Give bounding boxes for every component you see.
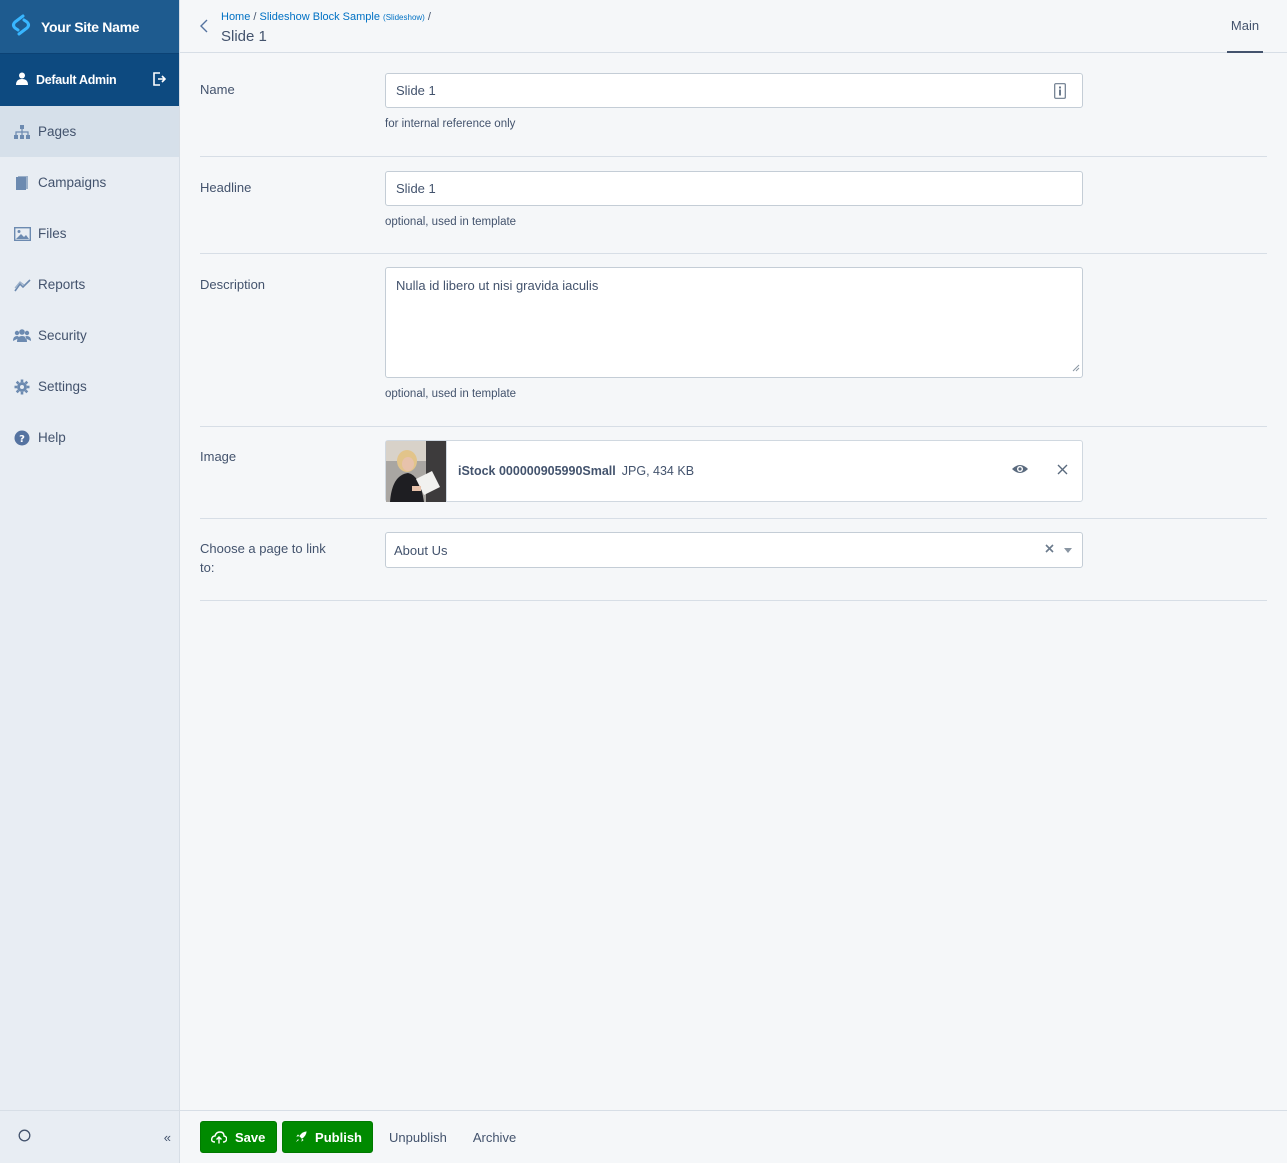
breadcrumb-separator: / — [253, 11, 257, 23]
chevron-left-icon — [200, 19, 208, 33]
image-file-item[interactable]: iStock 000000905990Small JPG, 434 KB — [385, 440, 1083, 502]
description-textarea[interactable]: Nulla id libero ut nisi gravida iaculis — [385, 267, 1083, 378]
name-label: Name — [200, 82, 235, 97]
image-thumbnail[interactable] — [386, 440, 447, 502]
sidebar-item-label: Campaigns — [38, 175, 107, 190]
site-name: Your Site Name — [41, 18, 140, 35]
archive-button[interactable]: Archive — [473, 1130, 516, 1145]
publish-label: Publish — [315, 1129, 362, 1145]
eye-icon[interactable] — [1011, 463, 1029, 478]
sidebar-item-settings[interactable]: Settings — [0, 361, 179, 412]
user-bar: Default Admin — [0, 53, 179, 106]
page-link-select[interactable]: About Us — [385, 532, 1083, 568]
save-button[interactable]: Save — [200, 1121, 277, 1153]
headline-input[interactable]: Slide 1 — [385, 171, 1083, 206]
info-icon[interactable] — [1054, 83, 1066, 102]
chart-line-icon — [13, 276, 31, 294]
image-icon — [13, 225, 31, 243]
field-row-description: Description Nulla id libero ut nisi grav… — [200, 254, 1267, 427]
close-icon[interactable] — [1057, 463, 1068, 478]
breadcrumb-separator: / — [427, 11, 431, 23]
name-help: for internal reference only — [385, 118, 516, 130]
silverstripe-logo-icon — [10, 14, 41, 39]
collapse-sidebar-button[interactable]: « — [164, 1130, 171, 1145]
breadcrumb-parent[interactable]: Slideshow Block Sample — [260, 11, 380, 23]
sidebar-item-campaigns[interactable]: Campaigns — [0, 157, 179, 208]
image-file-name: iStock 000000905990Small — [458, 464, 616, 478]
field-row-link: Choose a page to link to: About Us — [200, 519, 1267, 601]
campaigns-icon — [13, 174, 31, 192]
sitemap-icon — [13, 123, 31, 141]
sidebar-item-reports[interactable]: Reports — [0, 259, 179, 310]
breadcrumb-home[interactable]: Home — [221, 11, 250, 23]
brand-bar[interactable]: Your Site Name — [0, 0, 179, 53]
help-icon: ? — [13, 429, 31, 447]
field-row-name: Name Slide 1 for internal reference only — [200, 53, 1267, 157]
sidebar-item-label: Help — [38, 430, 66, 445]
users-icon — [13, 327, 31, 345]
breadcrumb: Home / Slideshow Block Sample (Slideshow… — [221, 11, 431, 23]
description-help: optional, used in template — [385, 388, 517, 400]
headline-label: Headline — [200, 180, 252, 195]
headline-help: optional, used in template — [385, 216, 517, 228]
cloud-upload-icon — [211, 1130, 227, 1143]
breadcrumb-parent-type: (Slideshow) — [383, 13, 425, 22]
edit-form: Name Slide 1 for internal reference only… — [200, 53, 1267, 601]
name-input[interactable]: Slide 1 — [385, 73, 1083, 108]
image-file-meta: JPG, 434 KB — [621, 464, 695, 478]
unpublish-button[interactable]: Unpublish — [389, 1130, 447, 1145]
rocket-icon — [295, 1131, 307, 1143]
sidebar-item-label: Settings — [38, 379, 87, 394]
sidebar-item-label: Files — [38, 226, 67, 241]
save-label: Save — [235, 1129, 266, 1145]
sidebar-item-label: Security — [38, 328, 87, 343]
headline-value: Slide 1 — [396, 181, 436, 196]
action-bar: Save Publish Unpublish Archive — [180, 1110, 1287, 1163]
gear-icon — [13, 378, 31, 396]
sidebar-item-security[interactable]: Security — [0, 310, 179, 361]
description-label: Description — [200, 277, 266, 292]
sidebar-item-label: Reports — [38, 277, 86, 292]
description-value: Nulla id libero ut nisi gravida iaculis — [396, 278, 599, 293]
chevron-down-icon[interactable] — [1064, 541, 1072, 556]
sidebar: Your Site Name Default Admin Pages Campa… — [0, 0, 180, 1163]
user-name[interactable]: Default Admin — [36, 73, 152, 87]
sidebar-item-pages[interactable]: Pages — [0, 106, 179, 157]
sidebar-footer: « — [0, 1110, 179, 1163]
sidebar-item-label: Pages — [38, 124, 77, 139]
sidebar-item-files[interactable]: Files — [0, 208, 179, 259]
clear-icon[interactable] — [1045, 541, 1054, 556]
svg-text:?: ? — [19, 434, 25, 445]
status-circle-icon — [18, 1129, 31, 1145]
link-label: Choose a page to link to: — [200, 541, 326, 575]
back-button[interactable] — [197, 17, 211, 35]
page-link-value: About Us — [394, 542, 448, 558]
page-title: Slide 1 — [221, 28, 267, 45]
publish-button[interactable]: Publish — [282, 1121, 373, 1153]
field-row-image: Image iStock 000000905990Small JPG, 434 … — [200, 427, 1267, 519]
name-value: Slide 1 — [396, 83, 436, 98]
page-header: Home / Slideshow Block Sample (Slideshow… — [180, 0, 1287, 53]
field-row-headline: Headline Slide 1 optional, used in templ… — [200, 157, 1267, 254]
sidebar-item-help[interactable]: ? Help — [0, 412, 179, 463]
tab-main[interactable]: Main — [1227, 18, 1263, 53]
resize-handle-icon[interactable] — [1072, 360, 1080, 375]
user-icon — [16, 72, 28, 88]
image-label: Image — [200, 449, 237, 464]
logout-icon[interactable] — [152, 71, 167, 89]
